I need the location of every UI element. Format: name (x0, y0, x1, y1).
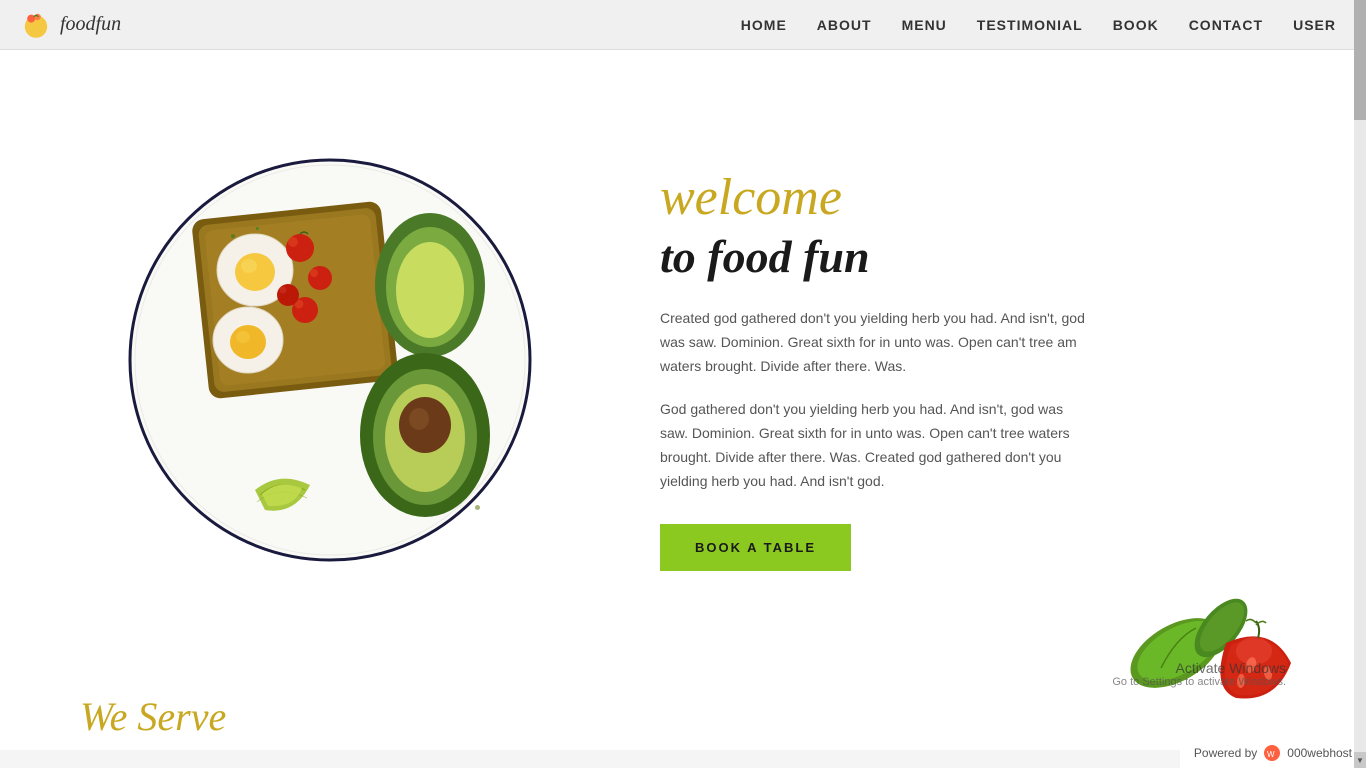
powered-by-label: Powered by (1194, 746, 1257, 760)
powered-by-service: 000webhost (1287, 746, 1352, 760)
nav-user[interactable]: USER (1293, 17, 1336, 33)
hero-paragraph-1: Created god gathered don't you yielding … (660, 307, 1090, 378)
nav-home[interactable]: HOME (741, 17, 787, 33)
nav: HOME ABOUT MENU TESTIMONIAL BOOK CONTACT… (741, 17, 1336, 33)
nav-book[interactable]: BOOK (1113, 17, 1159, 33)
nav-contact[interactable]: CONTACT (1189, 17, 1263, 33)
tomato-leaf-decoration (1106, 573, 1306, 733)
hero-paragraph-2: God gathered don't you yielding herb you… (660, 398, 1090, 493)
windows-activate-title: Activate Windows (1112, 660, 1286, 676)
scrollbar-arrow-down[interactable]: ▼ (1354, 752, 1366, 768)
logo-text: foodfun (60, 13, 121, 36)
windows-activate-sub: Go to Settings to activate Windows. (1112, 676, 1286, 688)
scrollbar-thumb[interactable] (1354, 0, 1366, 120)
welcome-heading: welcome (660, 169, 1286, 226)
bottom-decoration (1106, 573, 1306, 738)
food-plate-svg (100, 130, 560, 590)
nav-testimonial[interactable]: TESTIMONIAL (977, 17, 1083, 33)
nav-menu[interactable]: MENU (902, 17, 947, 33)
000webhost-icon: W (1263, 744, 1281, 762)
book-table-button[interactable]: BOOK A TABLE (660, 524, 851, 571)
hero-content: welcome to food fun Created god gathered… (580, 149, 1286, 570)
scrollbar-track[interactable]: ▲ ▼ (1354, 0, 1366, 768)
hero-image-area (80, 130, 580, 590)
windows-watermark: Activate Windows Go to Settings to activ… (1112, 660, 1286, 688)
svg-text:W: W (1267, 750, 1275, 759)
logo-area: foodfun (20, 9, 121, 41)
header: foodfun HOME ABOUT MENU TESTIMONIAL BOOK… (0, 0, 1366, 50)
logo-icon (20, 9, 52, 41)
we-serve-title: We Serve (80, 693, 226, 740)
nav-about[interactable]: ABOUT (817, 17, 872, 33)
hero-subtitle: to food fun (660, 232, 1286, 283)
powered-by-bar: Powered by W 000webhost (1180, 738, 1366, 768)
